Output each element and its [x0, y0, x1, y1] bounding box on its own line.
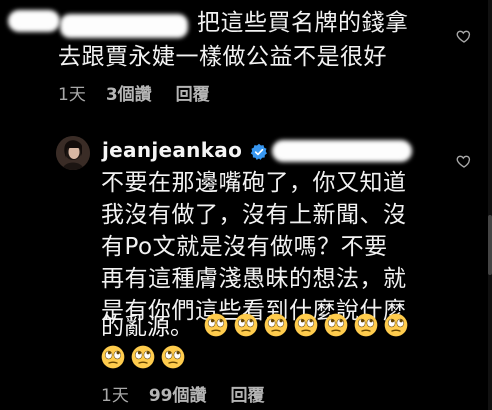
comment-1-text-line-2: 去跟賈永婕一樣做公益不是很好 — [58, 44, 387, 70]
comment-1-time: 1天 — [58, 85, 86, 105]
rolling-eyes-emoji-icon — [354, 313, 378, 337]
comment-1-meta: 1天 3個讚 回覆 — [58, 80, 210, 105]
redacted-mention — [272, 140, 412, 162]
username[interactable]: jeanjeankao — [102, 138, 242, 162]
rolling-eyes-emoji-icon — [101, 345, 125, 369]
rolling-eyes-emoji-icon — [234, 313, 258, 337]
rolling-eyes-emoji-icon — [324, 313, 348, 337]
comment-2-likes[interactable]: 99個讚 — [149, 381, 207, 406]
heart-outline-icon[interactable] — [456, 153, 472, 169]
rolling-eyes-emoji-icon — [294, 313, 318, 337]
comment-1-text-line-1: 把這些買名牌的錢拿 — [197, 10, 409, 36]
avatar-image — [56, 136, 90, 170]
rolling-eyes-emoji-icon — [161, 345, 185, 369]
comment-2-reply-button[interactable]: 回覆 — [231, 381, 265, 406]
heart-outline-icon[interactable] — [456, 28, 472, 44]
rolling-eyes-emoji-icon — [204, 313, 228, 337]
comment-2-text-line-2: 我沒有做了，沒有上新聞、沒 — [101, 202, 407, 228]
comment-1-reply-button[interactable]: 回覆 — [176, 80, 210, 105]
rolling-eyes-emoji-icon — [131, 345, 155, 369]
comment-2-text-line-4: 再有這種膚淺愚昧的想法，就 — [101, 266, 407, 292]
avatar[interactable] — [56, 136, 90, 170]
scrollbar-thumb[interactable] — [488, 215, 492, 275]
scrollbar-track[interactable] — [488, 0, 492, 410]
comments-panel: 把這些買名牌的錢拿 去跟賈永婕一樣做公益不是很好 1天 3個讚 回覆 jeanj… — [0, 0, 492, 410]
rolling-eyes-emoji-icon — [264, 313, 288, 337]
comment-2-text-line-3: 有Po文就是沒有做嗎？不要 — [101, 234, 388, 260]
comment-2-emoji-line — [101, 342, 191, 376]
comment-2-text-tail: 的亂源。 — [101, 314, 193, 340]
rolling-eyes-emoji-icon — [384, 313, 408, 337]
comment-2-meta: 1天 99個讚 回覆 — [101, 381, 265, 406]
comment-2-time: 1天 — [101, 386, 129, 406]
comment-2-text-line-6: 的亂源。 — [101, 310, 414, 344]
verified-badge-icon — [250, 143, 267, 160]
redacted-username — [60, 14, 188, 38]
redacted-username — [8, 10, 60, 32]
comment-1-likes[interactable]: 3個讚 — [106, 80, 152, 105]
comment-2-text-line-1: 不要在那邊嘴砲了，你又知道 — [101, 170, 407, 196]
